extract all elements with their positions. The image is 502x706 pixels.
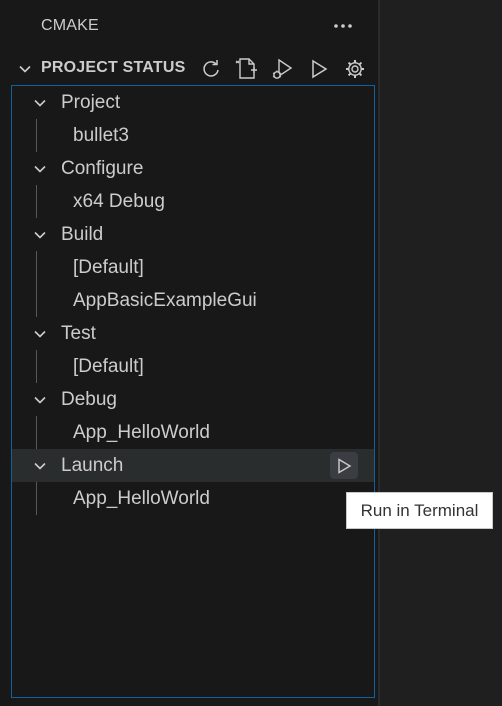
tree-item-label: App_HelloWorld [73,488,210,509]
debug-button[interactable] [269,55,297,83]
chevron-down-icon [32,392,48,408]
tree-group-debug[interactable]: Debug [12,383,374,416]
tree-group-project[interactable]: Project [12,86,374,119]
tree-item-test-preset[interactable]: [Default] [12,350,374,383]
settings-button[interactable] [341,55,369,83]
project-status-section-header[interactable]: PROJECT STATUS [10,54,378,84]
refresh-icon [200,58,222,80]
section-title: PROJECT STATUS [41,59,186,76]
panel-title: CMAKE [41,17,99,34]
more-actions-button[interactable] [330,14,356,38]
chevron-down-icon [32,458,48,474]
tree-group-label: Debug [61,389,117,410]
configure-button[interactable] [233,55,261,83]
tree-item-label: [Default] [73,356,144,377]
run-in-terminal-button[interactable] [330,452,358,479]
tree-group-launch[interactable]: Launch [12,449,374,482]
chevron-down-icon [32,326,48,342]
tree-group-configure[interactable]: Configure [12,152,374,185]
new-file-icon [235,57,259,81]
run-icon [335,457,353,475]
tree-item-label: [Default] [73,257,144,278]
tooltip: Run in Terminal [346,492,493,529]
tree-item-debug-target[interactable]: App_HelloWorld [12,416,374,449]
settings-gear-icon [344,58,366,80]
chevron-down-icon [32,95,48,111]
tree-item-project-name[interactable]: bullet3 [12,119,374,152]
chevron-down-icon [18,62,32,76]
debug-icon [271,57,295,81]
tree-group-label: Project [61,92,121,113]
tree-group-label: Launch [61,455,124,476]
project-status-tree: Project bullet3 Configure x64 Debug Buil… [11,85,375,698]
tree-item-build-target[interactable]: AppBasicExampleGui [12,284,374,317]
tree-item-label: bullet3 [73,125,129,146]
tree-item-configure-preset[interactable]: x64 Debug [12,185,374,218]
chevron-down-icon [32,227,48,243]
tree-group-label: Build [61,224,104,245]
tree-item-label: App_HelloWorld [73,422,210,443]
run-icon [308,58,330,80]
cmake-sidebar: CMAKE PROJECT STATUS Project bullet3 Con… [0,0,378,706]
tree-group-label: Test [61,323,96,344]
ellipsis-icon [333,23,353,29]
tree-item-launch-target[interactable]: App_HelloWorld [12,482,374,515]
chevron-down-icon [32,161,48,177]
tree-group-label: Configure [61,158,144,179]
tree-group-build[interactable]: Build [12,218,374,251]
panel-header: CMAKE [0,0,378,52]
run-button[interactable] [305,55,333,83]
refresh-button[interactable] [197,55,225,83]
tree-item-label: AppBasicExampleGui [73,290,257,311]
tree-item-label: x64 Debug [73,191,165,212]
tree-item-build-preset[interactable]: [Default] [12,251,374,284]
sidebar-divider[interactable] [378,0,380,706]
tree-group-test[interactable]: Test [12,317,374,350]
